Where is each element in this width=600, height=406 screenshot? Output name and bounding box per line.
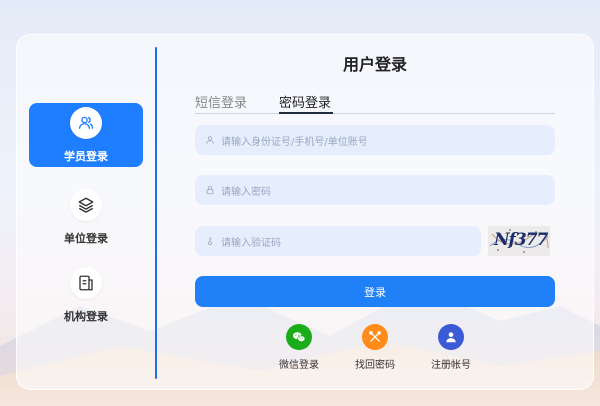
sidebar-item-unit-login[interactable]: 单位登录	[29, 185, 143, 249]
login-card: 学员登录 单位登录 机构登录 用户登录 短信登录 密码登录 请输入身份证号/手机…	[16, 34, 594, 390]
document-icon	[70, 267, 102, 299]
layers-icon	[70, 189, 102, 221]
wechat-icon	[286, 324, 312, 350]
users-icon	[70, 107, 102, 139]
password-placeholder: 请输入密码	[221, 186, 271, 198]
page-title: 用户登录	[342, 55, 407, 74]
vertical-divider	[155, 47, 157, 379]
sidebar-item-student-login[interactable]: 学员登录	[29, 103, 143, 167]
account-placeholder: 请输入身份证号/手机号/单位账号	[221, 136, 368, 148]
tab-password-login[interactable]: 密码登录	[279, 92, 331, 111]
action-label: 找回密码	[355, 360, 395, 371]
captcha-text: Nf377	[494, 230, 548, 250]
action-label: 注册帐号	[431, 360, 471, 371]
active-tab-indicator	[279, 112, 333, 114]
tab-sms-login[interactable]: 短信登录	[195, 92, 247, 111]
sidebar-item-label: 机构登录	[64, 310, 108, 323]
sidebar-item-label: 学员登录	[64, 150, 108, 163]
register-account-button[interactable]: 注册帐号	[421, 324, 481, 371]
sidebar-item-label: 单位登录	[64, 232, 108, 245]
tabs-baseline	[195, 113, 555, 114]
captcha-input[interactable]: 请输入验证码	[195, 226, 481, 256]
key-icon	[208, 237, 212, 245]
action-label: 微信登录	[279, 360, 319, 371]
password-input[interactable]: 请输入密码	[195, 175, 555, 205]
account-input[interactable]: 请输入身份证号/手机号/单位账号	[195, 125, 555, 155]
lock-icon	[206, 185, 214, 195]
login-button[interactable]: 登录	[195, 276, 555, 307]
captcha-image[interactable]: Nf377	[488, 226, 550, 256]
user-add-icon	[438, 324, 464, 350]
wechat-login-button[interactable]: 微信登录	[269, 324, 329, 371]
sidebar-item-institution-login[interactable]: 机构登录	[29, 263, 143, 327]
tools-icon	[362, 324, 388, 350]
user-icon	[206, 136, 214, 144]
find-password-button[interactable]: 找回密码	[345, 324, 405, 371]
captcha-placeholder: 请输入验证码	[221, 237, 281, 249]
